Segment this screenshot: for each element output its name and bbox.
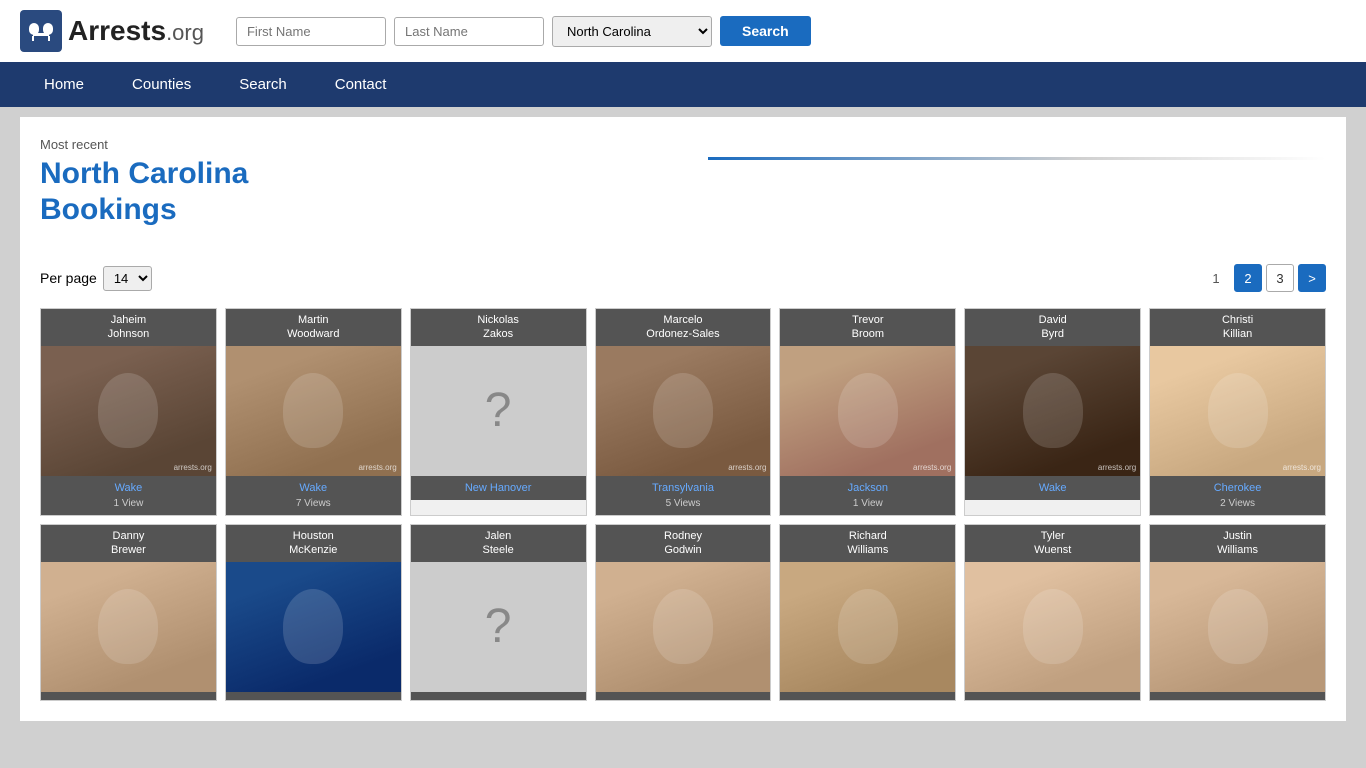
booking-card-marcelo-ordonez-sales[interactable]: MarceloOrdonez-Sales arrests.org Transyl… [595,308,772,516]
controls-bar: Per page 7 14 21 28 1 2 3 > [40,264,1326,292]
card-name: RichardWilliams [780,525,955,562]
site-header: Arrests.org North CarolinaAlabamaAlaskaA… [0,0,1366,62]
card-name: MarceloOrdonez-Sales [596,309,771,346]
card-footer: Jackson 1 View [780,476,955,516]
mugshot-photo [596,562,771,692]
card-name: ChristiKillian [1150,309,1325,346]
county-link[interactable]: Wake [229,480,398,497]
card-name: HoustonMcKenzie [226,525,401,562]
booking-card-nickolas-zakos[interactable]: NickolasZakos ? New Hanover [410,308,587,516]
mugshot-photo: arrests.org [226,346,401,476]
card-footer: Transylvania 5 Views [596,476,771,516]
state-select[interactable]: North CarolinaAlabamaAlaskaArizonaArkans… [552,16,712,47]
booking-card-justin-williams[interactable]: JustinWilliams [1149,524,1326,701]
card-footer [780,692,955,700]
card-name: JustinWilliams [1150,525,1325,562]
most-recent-label: Most recent [40,137,248,152]
booking-card-trevor-broom[interactable]: TrevorBroom arrests.org Jackson 1 View [779,308,956,516]
views-count: 1 View [783,496,952,511]
booking-card-martin-woodward[interactable]: MartinWoodward arrests.org Wake 7 Views [225,308,402,516]
mugshot-photo [226,562,401,692]
page-next-button[interactable]: > [1298,264,1326,292]
booking-card-danny-brewer[interactable]: DannyBrewer [40,524,217,701]
card-footer [1150,692,1325,700]
mugshot-photo [965,562,1140,692]
mugshot-photo: arrests.org [780,346,955,476]
card-footer: Wake [965,476,1140,501]
logo-area[interactable]: Arrests.org [20,10,204,52]
per-page-label: Per page [40,270,97,286]
views-count: 5 Views [599,496,768,511]
card-name: RodneyGodwin [596,525,771,562]
first-name-input[interactable] [236,17,386,46]
views-count: 2 Views [1153,496,1322,511]
per-page-area: Per page 7 14 21 28 [40,266,152,291]
booking-card-jalen-steele[interactable]: JalenSteele ? [410,524,587,701]
booking-card-david-byrd[interactable]: DavidByrd arrests.org Wake [964,308,1141,516]
logo-text: Arrests.org [68,15,204,47]
booking-card-richard-williams[interactable]: RichardWilliams [779,524,956,701]
mugshot-photo: arrests.org [596,346,771,476]
card-name: MartinWoodward [226,309,401,346]
nav-home[interactable]: Home [20,62,108,107]
logo-icon [20,10,62,52]
mugshot-photo [41,562,216,692]
page-2-button[interactable]: 2 [1234,264,1262,292]
booking-card-tyler-wuenst[interactable]: TylerWuenst [964,524,1141,701]
booking-card-jaheim-johnson[interactable]: JaheimJohnson arrests.org Wake 1 View [40,308,217,516]
card-footer: Wake 7 Views [226,476,401,516]
card-footer [41,692,216,700]
pagination: 1 2 3 > [1202,264,1326,292]
county-link[interactable]: Cherokee [1153,480,1322,497]
card-footer: Cherokee 2 Views [1150,476,1325,516]
card-name: JaheimJohnson [41,309,216,346]
card-name: JalenSteele [411,525,586,562]
card-footer [965,692,1140,700]
card-name: NickolasZakos [411,309,586,346]
county-link[interactable]: Wake [968,480,1137,497]
search-form: North CarolinaAlabamaAlaskaArizonaArkans… [236,16,1346,47]
county-link[interactable]: Jackson [783,480,952,497]
mugshot-photo: arrests.org [41,346,216,476]
card-footer [596,692,771,700]
title-area: Most recent North CarolinaBookings [40,137,248,228]
last-name-input[interactable] [394,17,544,46]
county-link[interactable]: Wake [44,480,213,497]
main-nav: HomeCountiesSearchContact [0,62,1366,107]
nav-contact[interactable]: Contact [311,62,411,107]
mugshot-photo [780,562,955,692]
views-count: 7 Views [229,496,398,511]
main-content: Most recent North CarolinaBookings Per p… [20,117,1346,721]
booking-card-rodney-godwin[interactable]: RodneyGodwin [595,524,772,701]
card-footer [226,692,401,700]
card-name: TylerWuenst [965,525,1140,562]
nav-counties[interactable]: Counties [108,62,215,107]
booking-card-christi-killian[interactable]: ChristiKillian arrests.org Cherokee 2 Vi… [1149,308,1326,516]
county-link[interactable]: Transylvania [599,480,768,497]
bookings-grid: JaheimJohnson arrests.org Wake 1 View Ma… [40,308,1326,701]
card-footer [411,692,586,700]
page-title: North CarolinaBookings [40,156,248,228]
page-1-plain: 1 [1202,264,1230,292]
mugshot-photo [1150,562,1325,692]
mugshot-placeholder: ? [411,346,586,476]
nav-search[interactable]: Search [215,62,311,107]
card-footer: Wake 1 View [41,476,216,516]
booking-card-houston-mckenzie[interactable]: HoustonMcKenzie [225,524,402,701]
card-footer: New Hanover [411,476,586,501]
views-count: 1 View [44,496,213,511]
mugshot-placeholder: ? [411,562,586,692]
card-name: TrevorBroom [780,309,955,346]
mugshot-photo: arrests.org [1150,346,1325,476]
mugshot-photo: arrests.org [965,346,1140,476]
per-page-select[interactable]: 7 14 21 28 [103,266,152,291]
card-name: DavidByrd [965,309,1140,346]
county-link[interactable]: New Hanover [414,480,583,497]
page-3-button[interactable]: 3 [1266,264,1294,292]
card-name: DannyBrewer [41,525,216,562]
search-button[interactable]: Search [720,16,811,46]
